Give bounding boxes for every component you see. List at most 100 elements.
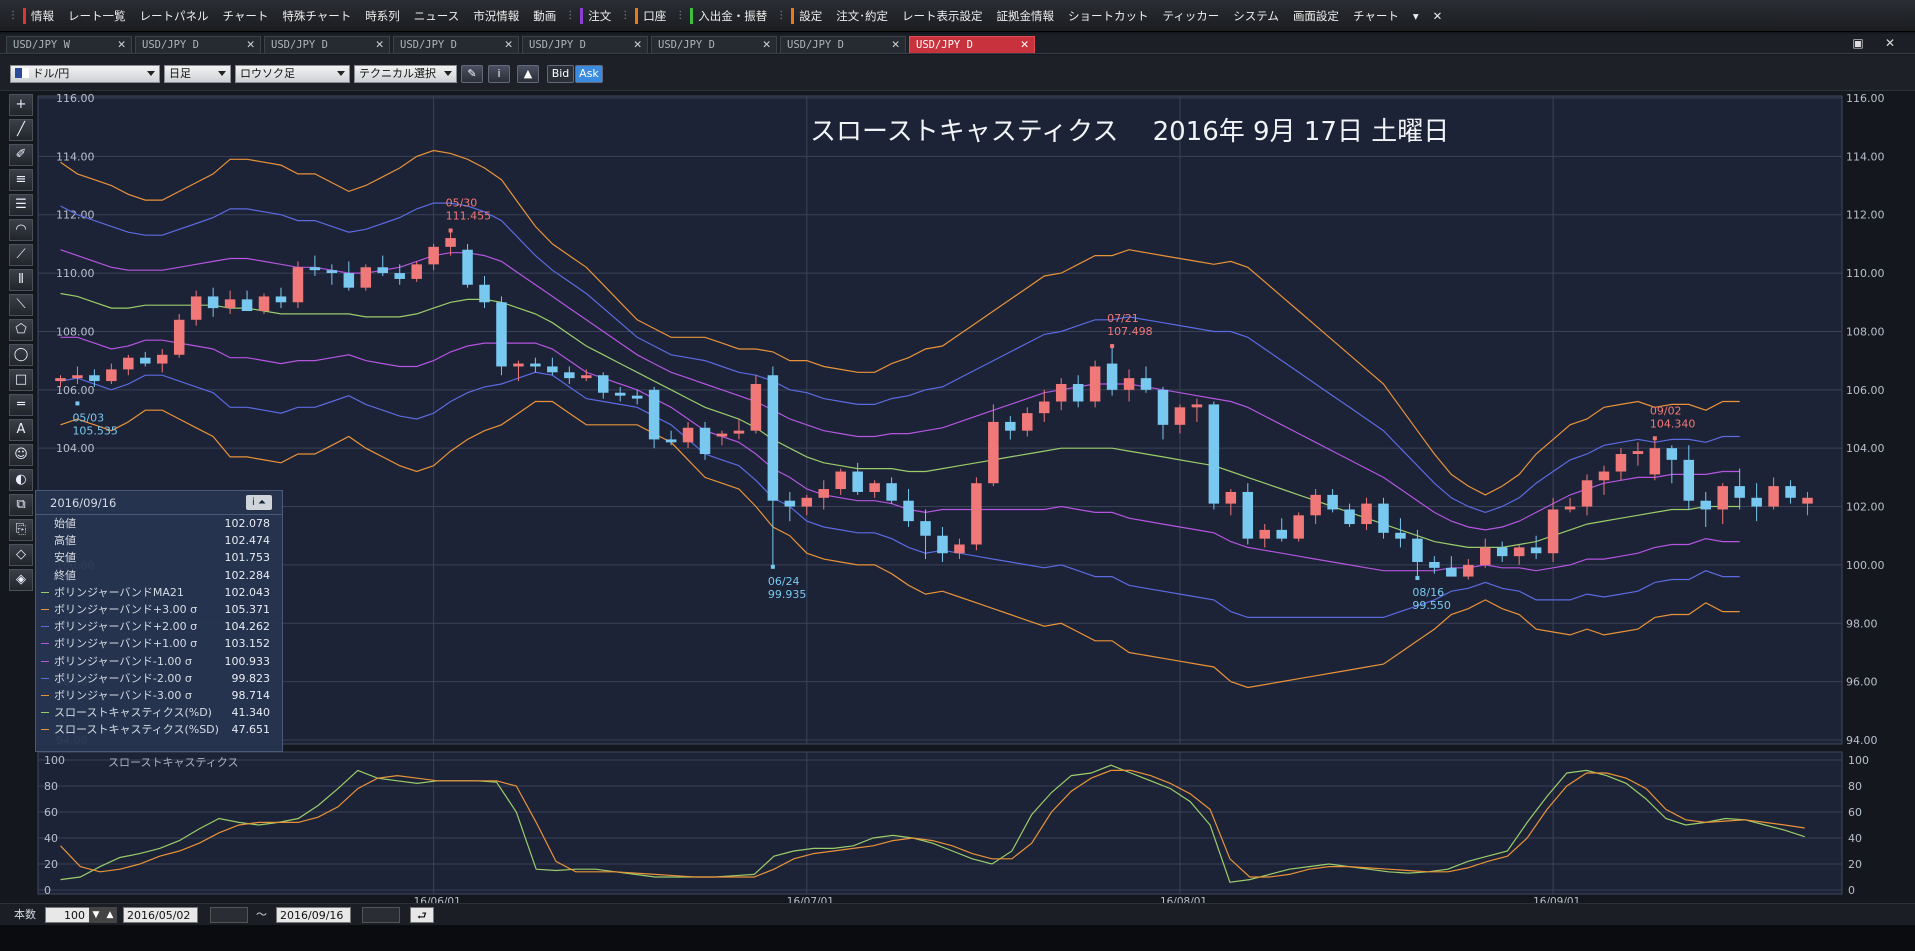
y-tick-label-right: 112.00 [1846, 209, 1885, 222]
series-swatch [41, 608, 49, 610]
sub-y-tick-right: 20 [1848, 858, 1862, 871]
status-bar [0, 925, 1915, 951]
candle-body [852, 471, 863, 492]
subchart-label: スローストキャスティクス [108, 756, 238, 769]
to-date-input[interactable]: 2016/09/16 [276, 907, 351, 923]
extreme-price-label: 105.535 [72, 424, 118, 437]
candle-body [1038, 401, 1050, 414]
sub-y-tick-left: 0 [44, 884, 51, 897]
candle-body [614, 392, 626, 396]
data-window-header: 2016/09/16 i ⏶ [36, 491, 282, 515]
candle-body [1259, 529, 1271, 539]
candle-body [597, 375, 609, 393]
extreme-date-label: 05/30 [446, 196, 478, 209]
from-time-input[interactable] [210, 907, 248, 923]
candle-body [258, 296, 270, 312]
app-window: ⋮ 情報 レート一覧 レートパネル チャート 特殊チャート 時系列 ニュース 市況情報 動画 ⋮ 注文… [0, 0, 1915, 951]
candle-body [1632, 451, 1644, 455]
data-row: 安値 101.753 [36, 549, 282, 566]
candle-body [1513, 547, 1525, 557]
y-tick-label-right: 114.00 [1846, 150, 1885, 163]
count-input[interactable]: 100 [45, 907, 90, 923]
candle-body [394, 273, 405, 279]
data-row-label: 安値 [54, 551, 76, 565]
candle-body [292, 267, 304, 303]
extreme-price-label: 111.455 [446, 209, 492, 222]
spinner-up-icon[interactable]: ▲ [103, 907, 117, 923]
candle-body [1683, 459, 1695, 501]
data-row-value: 100.933 [224, 654, 271, 668]
candle-body [733, 430, 745, 434]
candle-body [360, 267, 372, 288]
sub-y-tick-left: 20 [44, 858, 58, 871]
count-label: 本数 [14, 908, 36, 921]
y-tick-label-left: 114.00 [56, 150, 95, 163]
candle-body [784, 500, 796, 507]
y-tick-label-right: 108.00 [1846, 325, 1885, 338]
extreme-price-label: 104.340 [1650, 417, 1696, 430]
candle-body [1395, 532, 1406, 539]
candle-body [954, 544, 965, 554]
candle-body [1157, 389, 1169, 425]
data-row-value: 102.474 [224, 534, 271, 548]
candle-body [173, 319, 185, 355]
sub-y-tick-right: 0 [1848, 884, 1855, 897]
y-tick-label-right: 104.00 [1846, 442, 1885, 455]
sub-y-tick-left: 80 [44, 780, 58, 793]
candle-body [1005, 421, 1016, 431]
candle-body [920, 521, 931, 536]
candle-body [1463, 564, 1474, 577]
candle-body [1649, 448, 1661, 475]
candle-body [1106, 363, 1118, 390]
candle-body [377, 267, 389, 274]
data-row-label: ボリンジャーバンド-3.00 σ [54, 688, 192, 702]
extreme-marker [448, 228, 453, 233]
data-row: ボリンジャーバンドMA21 102.043 [36, 584, 282, 601]
enter-icon[interactable]: ⮐ [410, 907, 434, 923]
candle-body [1734, 486, 1745, 498]
extreme-price-label: 99.550 [1412, 599, 1451, 612]
candle-body [1327, 494, 1338, 510]
candle-body [55, 378, 66, 382]
y-tick-label-left: 106.00 [56, 384, 95, 397]
candle-body [496, 302, 507, 367]
data-row-label: ボリンジャーバンド-1.00 σ [54, 654, 192, 668]
candle-body [767, 375, 779, 501]
candle-body [1496, 547, 1508, 557]
extreme-marker [1415, 576, 1420, 581]
price-chart[interactable]: 116.00 116.00 114.00 114.00 112.00 112.00 110.… [0, 0, 1915, 951]
candle-body [988, 421, 999, 484]
candle-body [818, 489, 830, 498]
sub-y-tick-right: 60 [1848, 806, 1862, 819]
candle-body [1361, 503, 1372, 525]
candle-body [801, 497, 813, 507]
range-bar: 本数 100 ▼ ▲ 2016/05/02 〜 2016/09/16 ⮐ [0, 903, 1915, 925]
candle-body [123, 357, 134, 370]
candle-body [1276, 529, 1287, 539]
candle-body [1293, 515, 1304, 539]
spinner-down-icon[interactable]: ▼ [89, 907, 103, 923]
from-date-input[interactable]: 2016/05/02 [123, 907, 198, 923]
candle-body [682, 427, 694, 443]
extreme-date-label: 07/21 [1107, 312, 1139, 325]
to-time-input[interactable] [362, 907, 400, 923]
data-row-value: 103.152 [224, 637, 271, 651]
candle-body [869, 483, 880, 492]
candle-body [1446, 567, 1457, 577]
data-row: ボリンジャーバンド+3.00 σ 105.371 [36, 601, 282, 618]
y-tick-label-left: 116.00 [56, 92, 95, 105]
candle-body [462, 249, 473, 285]
candle-body [1429, 561, 1440, 568]
collapse-icon[interactable]: i ⏶ [246, 495, 272, 510]
candle-body [89, 375, 100, 382]
sub-y-tick-right: 100 [1848, 754, 1869, 767]
candle-body [1089, 366, 1101, 402]
y-tick-label-left: 110.00 [56, 267, 95, 280]
candle-body [1208, 404, 1220, 504]
y-tick-label-right: 100.00 [1846, 559, 1885, 572]
data-row-value: 102.284 [224, 568, 271, 582]
extreme-price-label: 107.498 [1107, 325, 1153, 338]
candle-body [1802, 497, 1813, 504]
data-row-label: ボリンジャーバンド-2.00 σ [54, 671, 192, 685]
data-row-label: ボリンジャーバンド+3.00 σ [54, 602, 198, 616]
